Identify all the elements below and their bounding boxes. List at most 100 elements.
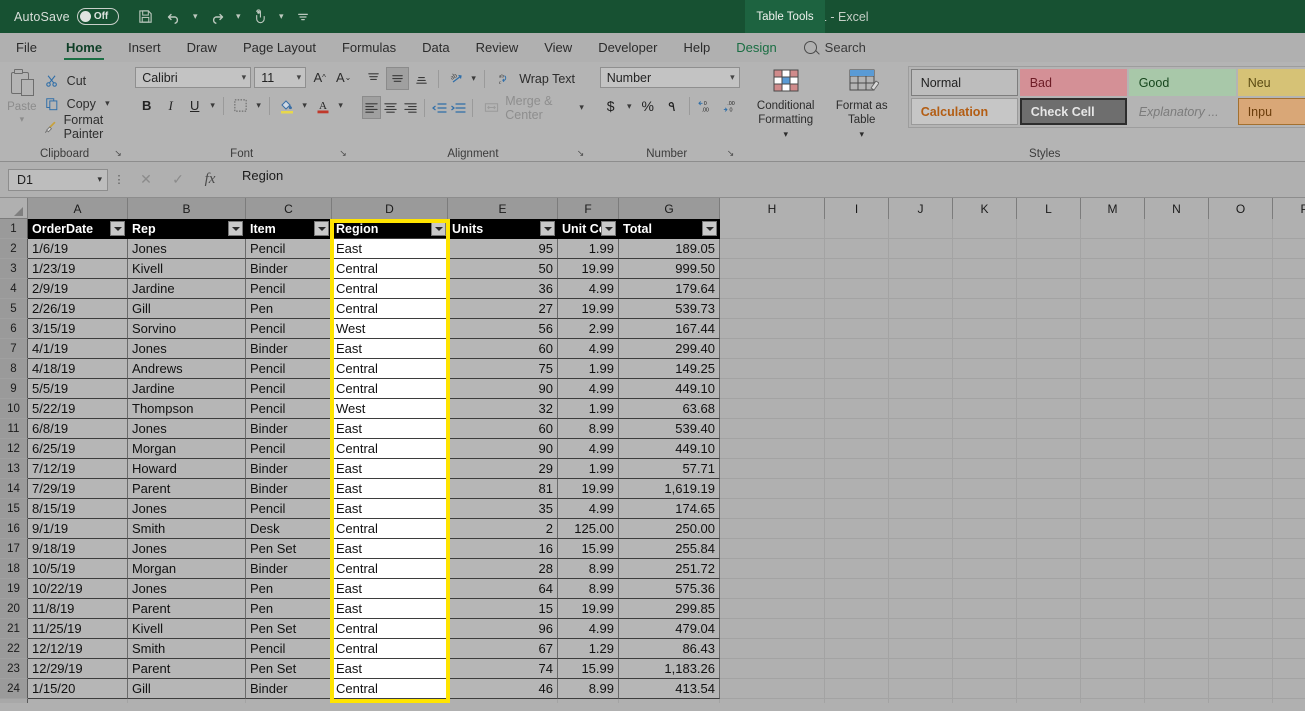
cell-F20[interactable]: 19.99 xyxy=(558,599,619,619)
cell-A10[interactable]: 5/22/19 xyxy=(28,399,128,419)
cell-P5[interactable] xyxy=(1273,299,1305,319)
cell-A15[interactable]: 8/15/19 xyxy=(28,499,128,519)
format-as-table-dropdown-icon[interactable]: ▾ xyxy=(859,129,864,140)
wrap-text-button[interactable]: ab c Wrap Text xyxy=(490,67,581,90)
bold-button[interactable]: B xyxy=(135,94,158,117)
cell-D6[interactable]: West xyxy=(332,319,448,339)
cell-H20[interactable] xyxy=(720,599,825,619)
cell-D21[interactable]: Central xyxy=(332,619,448,639)
font-color-dropdown-icon[interactable]: ▾ xyxy=(335,100,346,111)
cell-O24[interactable] xyxy=(1209,679,1273,699)
cell-N14[interactable] xyxy=(1145,479,1209,499)
cell-N13[interactable] xyxy=(1145,459,1209,479)
cell-A12[interactable]: 6/25/19 xyxy=(28,439,128,459)
orientation-button[interactable]: ab xyxy=(444,67,467,90)
cell-D22[interactable]: Central xyxy=(332,639,448,659)
cell-P19[interactable] xyxy=(1273,579,1305,599)
cell-K20[interactable] xyxy=(953,599,1017,619)
cell-H4[interactable] xyxy=(720,279,825,299)
borders-button[interactable] xyxy=(229,94,252,117)
cell-I13[interactable] xyxy=(825,459,889,479)
cell-D5[interactable]: Central xyxy=(332,299,448,319)
cell-N21[interactable] xyxy=(1145,619,1209,639)
column-header-j[interactable]: J xyxy=(889,198,953,219)
column-header-p[interactable]: P xyxy=(1273,198,1305,219)
cell-D24[interactable]: Central xyxy=(332,679,448,699)
filter-dropdown-icon[interactable] xyxy=(601,221,616,236)
cell-B15[interactable]: Jones xyxy=(128,499,246,519)
cell-L19[interactable] xyxy=(1017,579,1081,599)
cell-H18[interactable] xyxy=(720,559,825,579)
increase-font-size-button[interactable]: A ^ xyxy=(309,67,330,88)
cell-empty[interactable] xyxy=(1273,699,1305,703)
cell-J18[interactable] xyxy=(889,559,953,579)
cell-F17[interactable]: 15.99 xyxy=(558,539,619,559)
cell-N17[interactable] xyxy=(1145,539,1209,559)
cell-B3[interactable]: Kivell xyxy=(128,259,246,279)
filter-dropdown-icon[interactable] xyxy=(540,221,555,236)
cell-J13[interactable] xyxy=(889,459,953,479)
cell-G21[interactable]: 479.04 xyxy=(619,619,720,639)
increase-indent-button[interactable] xyxy=(449,96,467,119)
cell-H10[interactable] xyxy=(720,399,825,419)
cell-B17[interactable]: Jones xyxy=(128,539,246,559)
row-header-16[interactable]: 16 xyxy=(0,519,28,539)
cell-G24[interactable]: 413.54 xyxy=(619,679,720,699)
cell-I14[interactable] xyxy=(825,479,889,499)
cell-J22[interactable] xyxy=(889,639,953,659)
cell-K22[interactable] xyxy=(953,639,1017,659)
cell-M18[interactable] xyxy=(1081,559,1145,579)
cell-empty[interactable] xyxy=(128,699,246,703)
cell-D23[interactable]: East xyxy=(332,659,448,679)
row-header-17[interactable]: 17 xyxy=(0,539,28,559)
cell-K3[interactable] xyxy=(953,259,1017,279)
cell-J19[interactable] xyxy=(889,579,953,599)
style-normal[interactable]: Normal xyxy=(910,69,1018,96)
table-column-header-e[interactable]: Units xyxy=(448,219,558,239)
fill-color-button[interactable] xyxy=(275,94,298,117)
cell-M7[interactable] xyxy=(1081,339,1145,359)
cell-O16[interactable] xyxy=(1209,519,1273,539)
cell-N9[interactable] xyxy=(1145,379,1209,399)
cell-G5[interactable]: 539.73 xyxy=(619,299,720,319)
cell-I12[interactable] xyxy=(825,439,889,459)
cell-I18[interactable] xyxy=(825,559,889,579)
row-header-22[interactable]: 22 xyxy=(0,639,28,659)
cell-J4[interactable] xyxy=(889,279,953,299)
cell-C2[interactable]: Pencil xyxy=(246,239,332,259)
cell-K11[interactable] xyxy=(953,419,1017,439)
cell-J12[interactable] xyxy=(889,439,953,459)
increase-decimal-button[interactable]: 0.00 xyxy=(696,95,718,117)
cell-F22[interactable]: 1.29 xyxy=(558,639,619,659)
filter-dropdown-icon[interactable] xyxy=(702,221,717,236)
cell-C20[interactable]: Pen xyxy=(246,599,332,619)
cell-O20[interactable] xyxy=(1209,599,1273,619)
cell-A8[interactable]: 4/18/19 xyxy=(28,359,128,379)
cell-B23[interactable]: Parent xyxy=(128,659,246,679)
table-column-header-b[interactable]: Rep xyxy=(128,219,246,239)
cell-L9[interactable] xyxy=(1017,379,1081,399)
cell-M12[interactable] xyxy=(1081,439,1145,459)
borders-dropdown-icon[interactable]: ▾ xyxy=(253,100,264,111)
cell-J24[interactable] xyxy=(889,679,953,699)
cell-empty[interactable] xyxy=(558,699,619,703)
align-bottom-button[interactable] xyxy=(410,67,433,90)
align-top-button[interactable] xyxy=(362,67,385,90)
cell-E6[interactable]: 56 xyxy=(448,319,558,339)
number-format-combo[interactable]: Number ▾ xyxy=(599,67,740,88)
cell-G23[interactable]: 1,183.26 xyxy=(619,659,720,679)
cell-H5[interactable] xyxy=(720,299,825,319)
cell-P6[interactable] xyxy=(1273,319,1305,339)
tab-page-layout[interactable]: Page Layout xyxy=(230,33,329,62)
cell-L5[interactable] xyxy=(1017,299,1081,319)
name-box-resize-handle[interactable]: ⋮ xyxy=(108,173,130,186)
cell-E15[interactable]: 35 xyxy=(448,499,558,519)
cell-H3[interactable] xyxy=(720,259,825,279)
cell-D11[interactable]: East xyxy=(332,419,448,439)
undo-dropdown-icon[interactable]: ▾ xyxy=(189,4,202,30)
cell-B11[interactable]: Jones xyxy=(128,419,246,439)
decrease-decimal-button[interactable]: .00 0 xyxy=(720,95,742,117)
cell-O7[interactable] xyxy=(1209,339,1273,359)
cell-E8[interactable]: 75 xyxy=(448,359,558,379)
row-header-18[interactable]: 18 xyxy=(0,559,28,579)
